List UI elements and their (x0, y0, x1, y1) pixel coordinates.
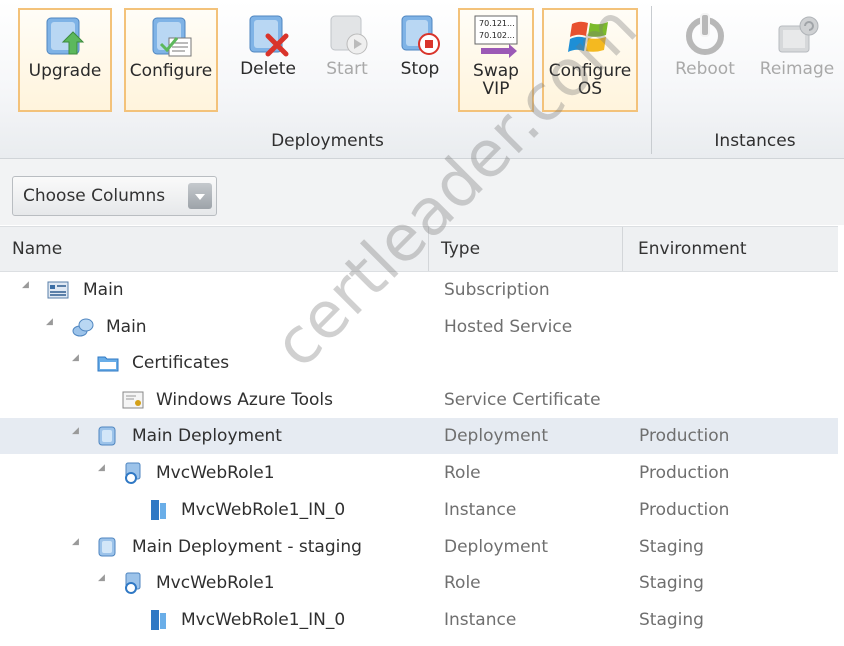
reboot-icon (686, 13, 724, 55)
tree-item-name: Main Deployment - staging (132, 537, 362, 557)
deployment-icon (98, 426, 116, 446)
instance-icon (151, 500, 166, 520)
tree-row-staging-deployment[interactable]: ◢ Main Deployment - staging Deployment S… (0, 529, 838, 565)
configure-button[interactable]: Configure (124, 8, 218, 112)
chevron-down-icon[interactable] (188, 183, 212, 209)
configure-label: Configure (129, 61, 213, 81)
configure-os-button[interactable]: Configure OS (542, 8, 638, 112)
reboot-button[interactable]: Reboot (668, 8, 742, 112)
ribbon-toolbar: Upgrade Configure Delete Start Stop 70.1… (0, 0, 844, 159)
upgrade-button[interactable]: Upgrade (18, 8, 112, 112)
role-icon (125, 572, 141, 594)
stop-icon (401, 15, 440, 55)
tree-row-certificate[interactable]: Windows Azure Tools Service Certificate (0, 382, 838, 418)
reimage-icon (778, 16, 819, 53)
tree-item-type: Role (444, 463, 481, 483)
tree-row-instance[interactable]: MvcWebRole1_IN_0 Instance Production (0, 492, 838, 528)
instance-icon (151, 610, 166, 630)
reboot-label: Reboot (675, 59, 735, 79)
reimage-label: Reimage (759, 59, 835, 79)
tree-item-environment: Production (639, 463, 730, 483)
stop-label: Stop (400, 59, 440, 79)
tree-row-subscription[interactable]: ◢ Main Subscription (0, 272, 838, 308)
tree-item-environment: Staging (639, 610, 704, 630)
column-header-name[interactable]: Name (12, 239, 62, 259)
ribbon-group-divider (651, 6, 652, 154)
start-button[interactable]: Start (314, 8, 380, 112)
tree-item-type: Role (444, 573, 481, 593)
tree-item-type: Deployment (444, 426, 548, 446)
hosted-service-icon (72, 318, 94, 337)
upgrade-label: Upgrade (28, 61, 102, 81)
expand-arrow-icon[interactable]: ◢ (98, 573, 106, 583)
tree-item-name: MvcWebRole1_IN_0 (181, 500, 346, 520)
tree-row-role[interactable]: ◢ MvcWebRole1 Role Staging (0, 565, 838, 601)
tree-row-certificates[interactable]: ◢ Certificates (0, 345, 838, 381)
tree-row-role[interactable]: ◢ MvcWebRole1 Role Production (0, 455, 838, 491)
tree-item-name: Main (106, 317, 147, 337)
expand-arrow-icon[interactable]: ◢ (98, 463, 106, 473)
windows-logo-icon (568, 21, 608, 52)
tree-item-type: Instance (444, 500, 517, 520)
tree-item-type: Subscription (444, 280, 550, 300)
swap-vip-label: Swap VIP (473, 61, 519, 99)
start-icon (330, 15, 368, 55)
column-header-type[interactable]: Type (441, 239, 480, 259)
tree-item-name: Main Deployment (132, 426, 282, 446)
tree-item-name: Certificates (132, 353, 230, 373)
tree-item-environment: Production (639, 426, 730, 446)
expand-arrow-icon[interactable]: ◢ (46, 317, 54, 327)
tree-row-instance[interactable]: MvcWebRole1_IN_0 Instance Staging (0, 602, 838, 638)
column-separator[interactable] (622, 227, 623, 271)
tree-item-name: MvcWebRole1_IN_0 (181, 610, 346, 630)
delete-button[interactable]: Delete (232, 8, 304, 112)
folder-icon (97, 356, 119, 372)
svg-text:70.121...: 70.121... (479, 19, 515, 28)
delete-icon (249, 15, 289, 57)
instances-group-label: Instances (714, 131, 796, 151)
expand-arrow-icon[interactable]: ◢ (22, 280, 30, 290)
configure-os-label: Configure OS (548, 61, 632, 99)
start-label: Start (326, 59, 368, 79)
column-separator[interactable] (428, 227, 429, 271)
tree-item-name: Main (83, 280, 124, 300)
tree-item-type: Hosted Service (444, 317, 573, 337)
tree-item-environment: Production (639, 500, 730, 520)
tree-item-type: Instance (444, 610, 517, 630)
expand-arrow-icon[interactable]: ◢ (72, 537, 80, 547)
expand-arrow-icon[interactable]: ◢ (72, 353, 80, 363)
tree-item-type: Service Certificate (444, 390, 601, 410)
role-icon (125, 462, 141, 484)
delete-label: Delete (240, 59, 296, 79)
tree-item-environment: Staging (639, 537, 704, 557)
subscription-icon (47, 281, 69, 299)
swap-vip-icon: 70.121... 70.102... (474, 15, 518, 58)
expand-arrow-icon[interactable]: ◢ (72, 426, 80, 436)
choose-columns-label: Choose Columns (23, 186, 166, 206)
tree-item-name: Windows Azure Tools (156, 390, 333, 410)
swap-vip-button[interactable]: 70.121... 70.102... Swap VIP (458, 8, 534, 112)
certificate-icon (122, 391, 144, 409)
tree-item-name: MvcWebRole1 (156, 463, 275, 483)
tree-row-hosted-service[interactable]: ◢ Main Hosted Service (0, 309, 838, 345)
tree-row-main-deployment[interactable]: ◢ Main Deployment Deployment Production (0, 418, 838, 454)
grid-toolbar: Choose Columns (0, 159, 844, 225)
deployments-group-label: Deployments (271, 131, 384, 151)
column-header-environment[interactable]: Environment (638, 239, 747, 259)
stop-button[interactable]: Stop (388, 8, 452, 112)
tree-item-environment: Staging (639, 573, 704, 593)
svg-text:70.102...: 70.102... (479, 31, 515, 40)
choose-columns-dropdown[interactable]: Choose Columns (12, 176, 217, 216)
deployment-icon (98, 537, 116, 557)
configure-icon (152, 17, 192, 57)
grid-header: Name Type Environment (0, 226, 838, 272)
upgrade-icon (46, 17, 85, 55)
tree-item-type: Deployment (444, 537, 548, 557)
tree-item-name: MvcWebRole1 (156, 573, 275, 593)
reimage-button[interactable]: Reimage (754, 8, 840, 112)
